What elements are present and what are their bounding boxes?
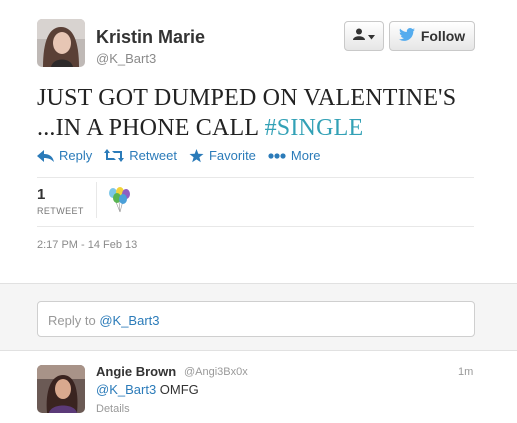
favorite-button[interactable]: Favorite <box>189 148 256 163</box>
reply-input[interactable]: Reply to @K_Bart3 <box>37 301 475 337</box>
reply-tweet: Angie Brown @Angi3Bx0x 1m @K_Bart3 OMFG … <box>0 351 517 423</box>
retweet-count-label[interactable]: RETWEET <box>37 206 84 216</box>
retweeter-avatar[interactable] <box>106 186 134 214</box>
more-dots-icon <box>268 152 286 159</box>
retweet-label: Retweet <box>129 148 177 163</box>
reply-author-name[interactable]: Angie Brown <box>96 364 176 379</box>
author-avatar[interactable] <box>37 19 85 67</box>
stats-separator <box>96 182 97 218</box>
tweet-timestamp[interactable]: 2:17 PM - 14 Feb 13 <box>37 239 137 251</box>
favorite-label: Favorite <box>208 148 256 163</box>
reply-author-handle[interactable]: @Angi3Bx0x <box>184 366 248 378</box>
reply-icon <box>37 149 54 162</box>
reply-time[interactable]: 1m <box>458 366 473 378</box>
reply-label: Reply <box>59 148 93 163</box>
star-icon <box>189 148 204 163</box>
reply-text-mention[interactable]: @K_Bart3 <box>96 382 156 397</box>
reply-button[interactable]: Reply <box>37 148 92 163</box>
retweet-count[interactable]: 1 <box>37 186 45 203</box>
tweet-text: JUST GOT DUMPED ON VALENTINE'S ...IN A P… <box>37 83 487 143</box>
reply-author-avatar[interactable] <box>37 365 85 413</box>
user-actions-dropdown-button[interactable] <box>344 21 384 51</box>
chevron-down-icon <box>368 27 375 45</box>
author-handle[interactable]: @K_Bart3 <box>96 51 156 66</box>
tweet-text-line-2: ...IN A PHONE CALL #SINGLE <box>37 113 487 143</box>
tweet-text-line-1: JUST GOT DUMPED ON VALENTINE'S <box>37 85 457 111</box>
retweet-icon <box>104 149 125 162</box>
reply-text-body: OMFG <box>159 382 199 397</box>
user-icon <box>353 27 365 45</box>
reply-mention: @K_Bart3 <box>99 313 160 328</box>
main-tweet: Kristin Marie @K_Bart3 Follow JUST GOT D… <box>0 0 517 283</box>
reply-details-link[interactable]: Details <box>96 403 130 415</box>
reply-text: @K_Bart3 OMFG <box>96 382 199 397</box>
tweet-actions: Reply Retweet Favorite More <box>37 148 333 163</box>
reply-prefix: Reply to <box>48 313 96 328</box>
reply-area: Reply to @K_Bart3 <box>0 283 517 351</box>
author-name[interactable]: Kristin Marie <box>96 27 205 48</box>
twitter-bird-icon <box>398 28 415 44</box>
more-button[interactable]: More <box>268 148 321 163</box>
follow-label: Follow <box>420 28 466 44</box>
divider <box>37 226 474 227</box>
retweet-button[interactable]: Retweet <box>104 148 177 163</box>
follow-button[interactable]: Follow <box>389 21 475 51</box>
tweet-text-line-2-prefix: ...IN A PHONE CALL <box>37 115 259 141</box>
more-label: More <box>290 148 321 163</box>
hashtag-link[interactable]: #SINGLE <box>265 115 364 141</box>
divider <box>37 177 474 178</box>
